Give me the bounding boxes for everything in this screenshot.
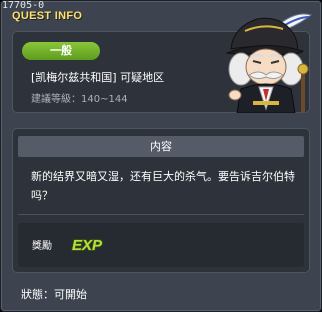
quest-recommended-level: 建議等級：140~144 (31, 94, 128, 105)
window-title: QUEST INFO (12, 10, 83, 22)
quest-status: 狀態：可開始 (21, 288, 87, 301)
exp-icon-text: EXP (72, 237, 103, 254)
quest-category-badge: 一般 (22, 42, 100, 60)
divider (18, 214, 304, 215)
reward-label: 獎勵 (32, 241, 52, 252)
npc-portrait (225, 13, 313, 113)
quest-description: 新的结界又暗又湿，还有巨大的杀气。要告诉吉尔伯特吗？ (31, 170, 295, 202)
quest-content-panel: 内容 新的结界又暗又湿，还有巨大的杀气。要告诉吉尔伯特吗？ 獎勵 EXP (12, 128, 310, 273)
content-section-header: 内容 (18, 136, 304, 157)
quest-info-window: 17705-0 QUEST INFO 一般 [凯梅尔兹共和国] 可疑地区 建議等… (0, 0, 322, 312)
reward-section: 獎勵 EXP (18, 223, 304, 267)
quest-name: [凯梅尔兹共和国] 可疑地区 (31, 71, 165, 84)
exp-icon: EXP (71, 236, 103, 254)
